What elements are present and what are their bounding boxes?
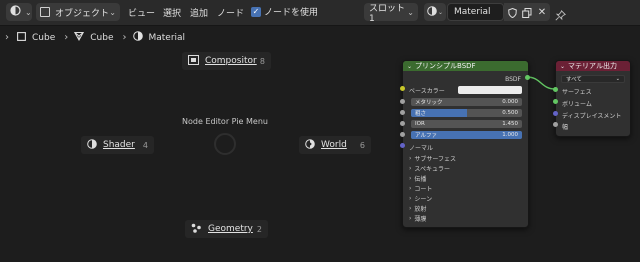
node-links [526,76,556,90]
node-title: プリンシプルBSDF [415,62,476,70]
panel-label: スペキュラー [414,165,450,173]
slider-value: 1.000 [502,132,518,138]
surface-socket[interactable] [553,87,558,92]
material-output-node[interactable]: ⌄ マテリアル出力 すべて ⌄ サーフェス ボリューム ディスプレイスメント 幅 [555,60,631,137]
base-color-swatch[interactable] [458,86,522,94]
alpha-socket[interactable] [400,132,405,137]
principled-bsdf-node[interactable]: ⌄ プリンシプルBSDF BSDF ベースカラー メタリック 0.000 粗さ … [402,60,529,228]
normal-label: ノーマル [409,144,434,152]
collapse-arrow-icon[interactable]: ⌄ [407,63,412,70]
chevron-right-icon: › [409,194,412,202]
base-color-label: ベースカラー [409,87,445,95]
panel-sheen[interactable]: › シーン [403,193,528,203]
node-header[interactable]: ⌄ プリンシプルBSDF [403,61,528,71]
target-selector[interactable]: すべて ⌄ [561,75,625,83]
input-label: ディスプレイスメント [562,112,622,120]
bsdf-to-surface-link [526,76,556,90]
ior-slider[interactable]: IOR 1.450 [411,120,522,128]
roughness-socket[interactable] [400,110,405,115]
input-label: ボリューム [562,100,592,108]
input-label: サーフェス [562,88,592,96]
slider-value: 0.000 [502,99,518,105]
volume-socket[interactable] [553,99,558,104]
surface-row: サーフェス [556,86,630,96]
target-label: すべて [566,77,582,83]
chevron-right-icon: › [409,184,412,192]
collapse-arrow-icon[interactable]: ⌄ [560,63,565,70]
normal-row: ノーマル [403,142,528,152]
thickness-row: 幅 [556,121,630,131]
chevron-down-icon: ⌄ [615,76,620,82]
panel-emission[interactable]: › 放射 [403,203,528,213]
panel-label: サブサーフェス [414,155,457,163]
panel-label: 放射 [414,205,427,213]
roughness-slider[interactable]: 粗さ 0.500 [411,109,522,117]
slider-label: アルファ [415,133,437,139]
panel-thin-film[interactable]: › 薄膜 [403,213,528,223]
base-color-socket[interactable] [400,86,405,91]
normal-socket[interactable] [400,143,405,148]
displacement-row: ディスプレイスメント [556,110,630,120]
chevron-right-icon: › [409,154,412,162]
slider-label: IOR [415,121,425,127]
ior-socket[interactable] [400,121,405,126]
panel-coat[interactable]: › コート [403,183,528,193]
panel-specular[interactable]: › スペキュラー [403,163,528,173]
slider-value: 1.450 [502,121,518,127]
panel-label: 薄膜 [414,215,427,223]
panel-label: コート [414,185,433,193]
thickness-socket[interactable] [553,122,558,127]
chevron-right-icon: › [409,214,412,222]
volume-row: ボリューム [556,98,630,108]
bsdf-output-socket[interactable] [525,75,530,80]
input-label: 幅 [562,123,569,131]
alpha-slider[interactable]: アルファ 1.000 [411,131,522,139]
panel-label: 伝播 [414,175,427,183]
output-row: BSDF [403,74,528,84]
displacement-socket[interactable] [553,111,558,116]
panel-subsurface[interactable]: › サブサーフェス [403,153,528,163]
slider-label: 粗さ [415,111,427,117]
panel-label: シーン [414,195,433,203]
panel-transmission[interactable]: › 伝播 [403,173,528,183]
node-header[interactable]: ⌄ マテリアル出力 [556,61,630,71]
chevron-right-icon: › [409,164,412,172]
output-label: BSDF [505,75,521,83]
slider-label: メタリック [415,100,443,106]
node-title: マテリアル出力 [568,62,617,70]
metallic-slider[interactable]: メタリック 0.000 [411,98,522,106]
chevron-right-icon: › [409,174,412,182]
slider-value: 0.500 [502,110,518,116]
metallic-socket[interactable] [400,99,405,104]
chevron-right-icon: › [409,204,412,212]
